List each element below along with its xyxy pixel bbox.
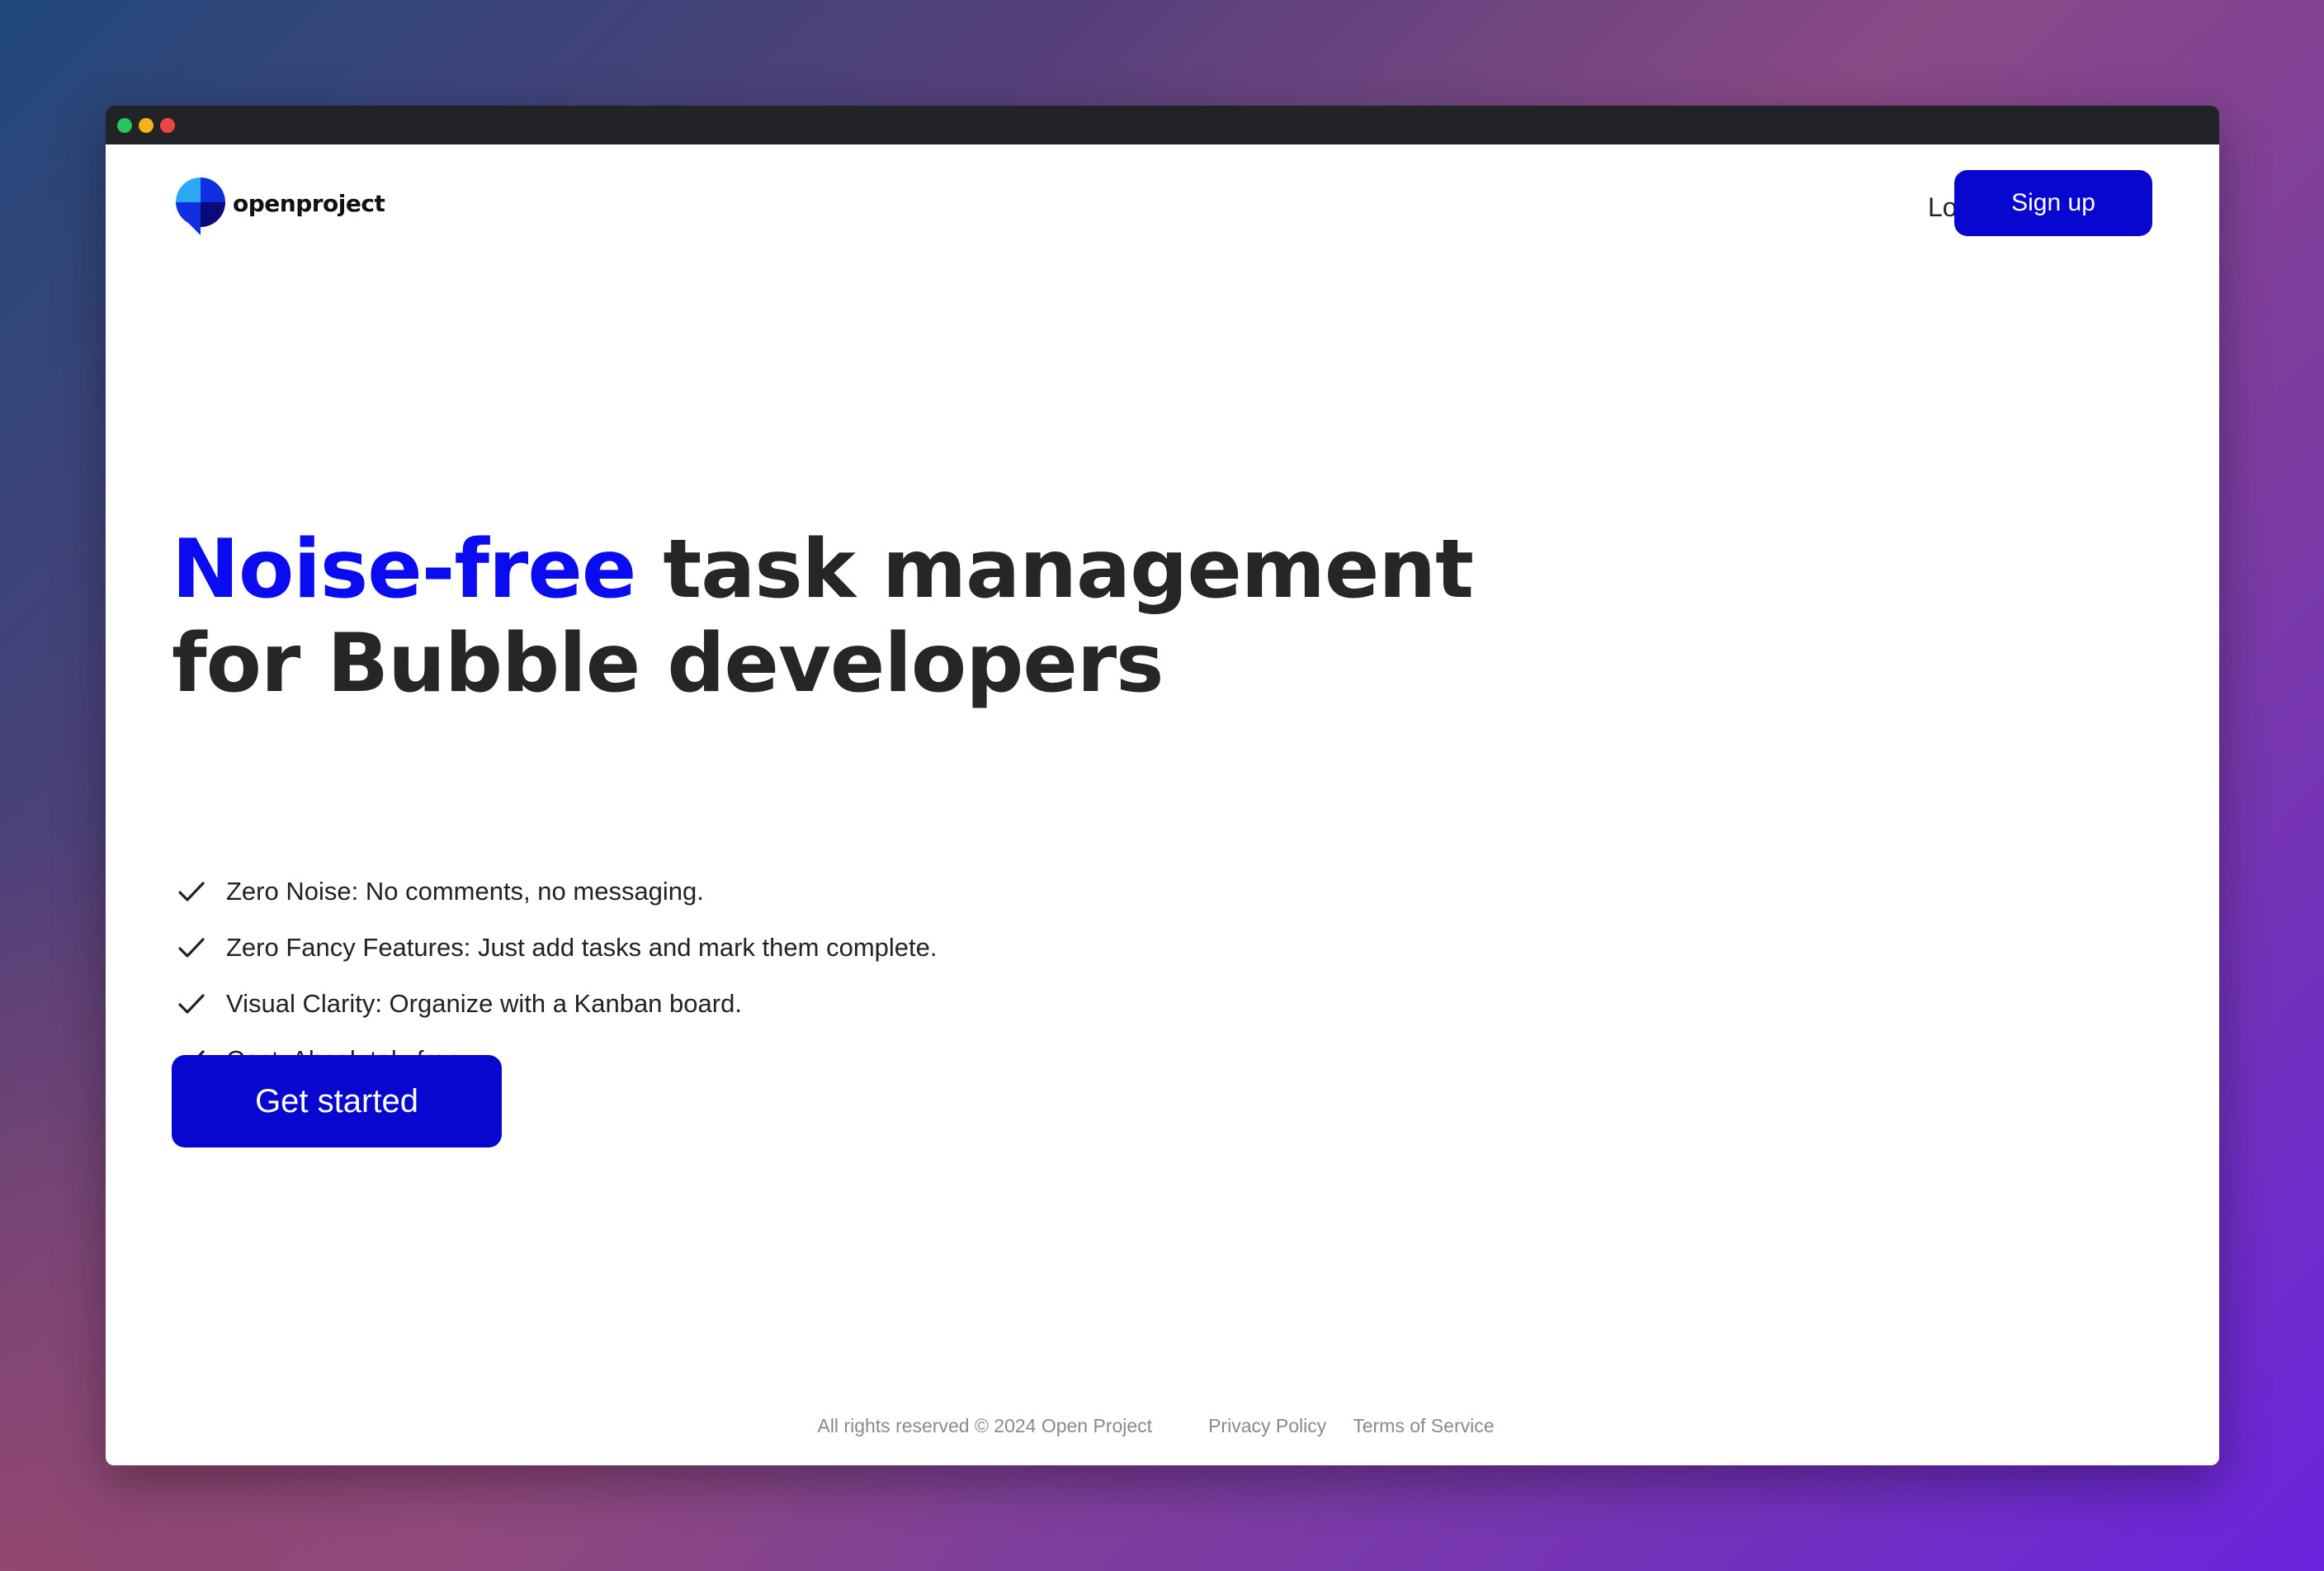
get-started-button[interactable]: Get started [172, 1055, 502, 1147]
privacy-policy-link[interactable]: Privacy Policy [1208, 1415, 1326, 1437]
checkmark-icon [178, 994, 205, 1014]
checkmark-icon [178, 938, 205, 958]
checkmark-icon [178, 882, 205, 901]
window-yellow-dot[interactable] [139, 118, 154, 133]
window-green-dot[interactable] [117, 118, 132, 133]
feature-text: Zero Noise: No comments, no messaging. [226, 877, 704, 906]
window-red-dot[interactable] [160, 118, 175, 133]
browser-window: openproject Log in Sign up Noise-free ta… [106, 106, 2219, 1465]
logo[interactable]: openproject [175, 177, 385, 236]
headline-text-line1: task management [635, 523, 1474, 617]
feature-item: Visual Clarity: Organize with a Kanban b… [177, 976, 937, 1032]
feature-item: Zero Fancy Features: Just add tasks and … [177, 920, 937, 976]
feature-text: Zero Fancy Features: Just add tasks and … [226, 933, 938, 962]
logo-text: openproject [233, 189, 385, 217]
footer: All rights reserved © 2024 Open Project … [106, 1412, 2219, 1440]
terms-of-service-link[interactable]: Terms of Service [1353, 1415, 1494, 1437]
feature-item: Zero Noise: No comments, no messaging. [177, 864, 937, 920]
window-titlebar [106, 106, 2219, 144]
hero-headline: Noise-free task management for Bubble de… [172, 523, 1492, 711]
headline-text-line2: for Bubble developers [172, 617, 1164, 711]
openproject-logo-icon [176, 177, 225, 235]
copyright-text: All rights reserved © 2024 Open Project [817, 1414, 1153, 1436]
signup-button[interactable]: Sign up [1954, 170, 2152, 236]
feature-text: Visual Clarity: Organize with a Kanban b… [226, 989, 742, 1018]
headline-accent: Noise-free [172, 523, 636, 617]
